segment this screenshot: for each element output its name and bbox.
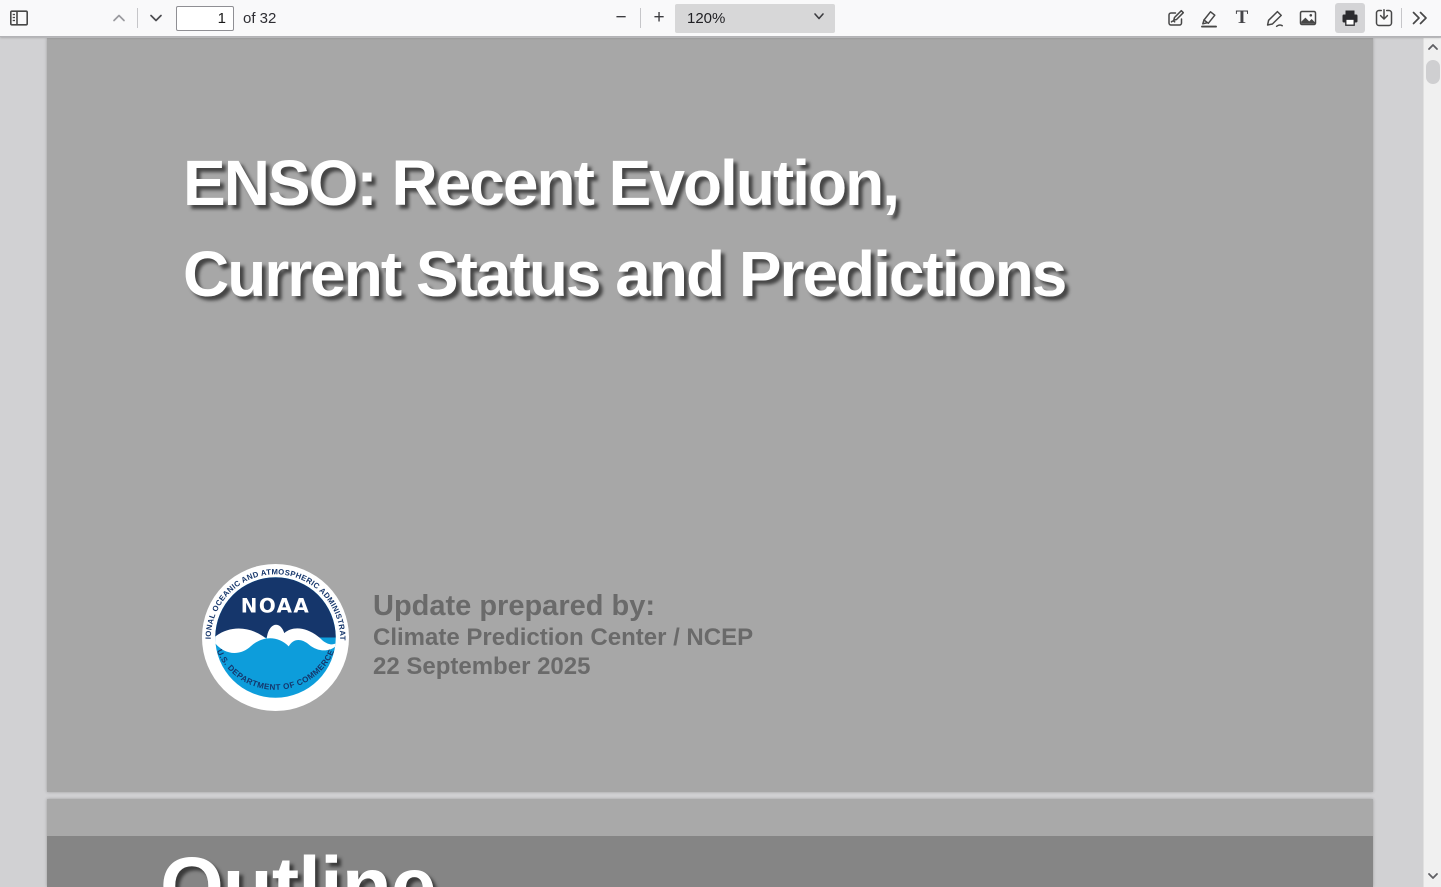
toolbar-overflow-button[interactable]	[1407, 5, 1433, 31]
signature-tool-button[interactable]	[1163, 5, 1189, 31]
pdf-page-2: Outline	[47, 799, 1373, 887]
download-icon	[1373, 7, 1395, 29]
print-button[interactable]	[1335, 3, 1365, 33]
prepared-by-block: Update prepared by: Climate Prediction C…	[373, 589, 753, 681]
text-tool-icon: T	[1236, 7, 1249, 29]
double-chevron-right-icon	[1409, 7, 1431, 29]
scroll-down-button[interactable]	[1424, 869, 1441, 885]
slide2-title: Outline	[160, 840, 435, 887]
chevron-down-icon	[812, 9, 835, 28]
slide-title: ENSO: Recent Evolution,Current Status an…	[183, 138, 1065, 320]
sidebar-icon	[8, 7, 30, 29]
image-tool-button[interactable]	[1295, 5, 1321, 31]
printer-icon	[1339, 7, 1361, 29]
prepared-by-org: Climate Prediction Center / NCEP	[373, 623, 753, 652]
slide2-top-band	[47, 799, 1373, 836]
draw-pen-icon	[1264, 7, 1286, 29]
caret-down-icon	[1427, 868, 1439, 886]
chevron-up-icon	[109, 8, 129, 28]
prepared-by-date: 22 September 2025	[373, 652, 753, 681]
scroll-up-button[interactable]	[1424, 40, 1441, 56]
highlighter-icon	[1198, 7, 1220, 29]
pdf-toolbar: of 32 − + 120% T	[0, 0, 1441, 37]
page-count-label: of 32	[243, 0, 276, 37]
page-number-input[interactable]	[176, 6, 234, 31]
zoom-level-select[interactable]: 120%	[675, 4, 835, 33]
draw-tool-button[interactable]	[1262, 5, 1288, 31]
minus-icon: −	[615, 7, 626, 29]
pdf-page-1: ENSO: Recent Evolution,Current Status an…	[47, 38, 1373, 792]
toolbar-divider	[640, 8, 641, 28]
prepared-by-heading: Update prepared by:	[373, 589, 753, 623]
vertical-scrollbar[interactable]	[1423, 38, 1441, 887]
chevron-down-icon	[146, 8, 166, 28]
highlight-tool-button[interactable]	[1196, 5, 1222, 31]
toolbar-divider	[1401, 8, 1402, 28]
noaa-wordmark: NOAA	[241, 595, 311, 618]
text-tool-button[interactable]: T	[1229, 5, 1255, 31]
plus-icon: +	[653, 7, 664, 29]
zoom-in-button[interactable]: +	[646, 5, 672, 31]
image-icon	[1297, 7, 1319, 29]
caret-up-icon	[1427, 39, 1439, 57]
zoom-out-button[interactable]: −	[608, 5, 634, 31]
save-button[interactable]	[1371, 5, 1397, 31]
zoom-level-value: 120%	[675, 10, 812, 27]
previous-page-button[interactable]	[106, 5, 132, 31]
next-page-button[interactable]	[143, 5, 169, 31]
pdf-viewer-area[interactable]: ENSO: Recent Evolution,Current Status an…	[0, 38, 1423, 887]
toolbar-divider	[137, 8, 138, 28]
toggle-sidebar-button[interactable]	[6, 5, 32, 31]
signature-icon	[1165, 7, 1187, 29]
noaa-logo: NOAA NATIONAL OCEANIC AND ATMOSPHERIC AD…	[202, 564, 349, 711]
scrollbar-thumb[interactable]	[1426, 60, 1440, 84]
